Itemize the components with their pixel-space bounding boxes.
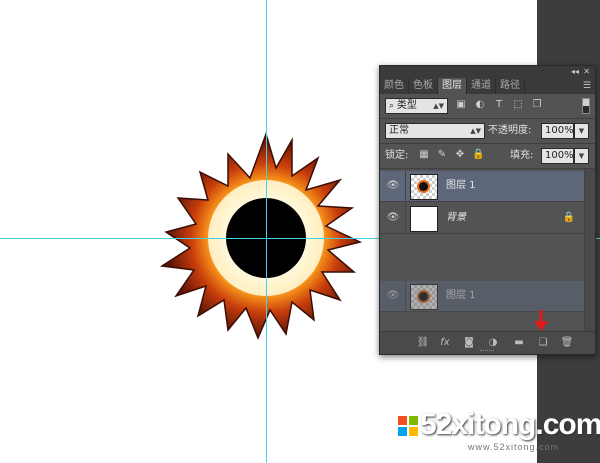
lock-image-pixels-icon[interactable]: ✎ [436,149,448,161]
trash-icon[interactable]: 🗑 [560,337,574,349]
vertical-guide[interactable] [266,0,267,463]
lock-label: 锁定: [385,150,409,161]
collapse-icon[interactable]: ◂◂ [571,66,579,78]
folder-icon[interactable]: ▬ [512,337,526,349]
smart-object-filter-icon[interactable]: ❐ [531,99,543,111]
layer-row[interactable]: 👁 图层 1 [380,171,585,202]
lock-row: 锁定: ▦ ✎ ✥ 🔒 填充: 100% ▼ [380,144,595,168]
blend-mode-dropdown[interactable]: 正常 ▲▼ [385,123,485,139]
lock-transparent-pixels-icon[interactable]: ▦ [418,149,430,161]
opacity-label: 不透明度: [488,125,532,136]
divider [405,281,406,311]
blend-mode-value: 正常 [389,125,409,136]
resize-grip[interactable] [480,350,494,353]
filter-row: ⌕ 类型 ▲▼ ▣ ◐ T ⬚ ❐ [380,94,595,118]
visibility-eye-icon[interactable]: 👁 [386,180,400,192]
opacity-input[interactable]: 100% [541,123,574,139]
lock-all-icon[interactable]: 🔒 [472,149,484,161]
tab-layers[interactable]: 图层 [438,78,467,94]
red-arrow-icon [534,310,548,331]
fill-dropdown-button[interactable]: ▼ [574,148,589,164]
filter-kind-dropdown[interactable]: ⌕ 类型 ▲▼ [385,98,448,114]
mask-icon[interactable]: ◙ [462,337,476,349]
lock-position-icon[interactable]: ✥ [454,149,466,161]
layer-thumbnail [410,206,438,232]
opacity-dropdown-button[interactable]: ▼ [574,123,589,139]
panel-footer: ⛓ fx ◙ ◑ ▬ ❏ 🗑 [380,331,595,354]
layers-list: 👁 图层 1 👁 背景 🔒 👁 图层 1 [380,169,595,344]
link-icon[interactable]: ⛓ [416,337,430,349]
dropdown-arrow-icon: ▲▼ [433,102,444,110]
divider [405,171,406,201]
layer-row[interactable]: 👁 背景 🔒 [380,203,585,234]
tab-paths[interactable]: 路径 [496,78,525,94]
visibility-eye-icon: 👁 [386,290,400,301]
lock-icon: 🔒 [562,212,575,223]
dropdown-arrow-icon: ▲▼ [470,127,481,135]
tab-color[interactable]: 颜色 [380,78,409,94]
sun-thumbnail-icon [419,292,428,301]
dragged-layer-row[interactable]: 👁 图层 1 [380,281,585,312]
layer-thumbnail [410,284,438,310]
search-icon: ⌕ [389,101,397,111]
layer-name[interactable]: 背景 [446,203,466,233]
new-layer-icon[interactable]: ❏ [536,337,550,349]
adjustment-icon[interactable]: ◑ [486,337,500,349]
sun-artwork [159,131,363,340]
tab-swatches[interactable]: 色板 [409,78,438,94]
panel-titlebar[interactable]: ◂◂ ✕ [380,66,595,78]
watermark-subtext: www.52xitong.com [468,442,560,452]
layer-name[interactable]: 图层 1 [446,171,476,201]
type-filter-icon[interactable]: T [493,99,505,111]
pixel-filter-icon[interactable]: ▣ [455,99,467,111]
fx-icon[interactable]: fx [438,337,452,349]
panel-menu-icon[interactable]: ☰ [583,78,591,94]
tab-channels[interactable]: 通道 [467,78,496,94]
layers-panel: ◂◂ ✕ 颜色 色板 图层 通道 路径 ☰ ⌕ 类型 ▲▼ ▣ ◐ T ⬚ ❐ … [379,65,596,355]
filter-toggle[interactable] [582,98,590,114]
layers-scrollbar[interactable] [584,169,595,344]
panel-tabs: 颜色 色板 图层 通道 路径 ☰ [380,78,595,94]
filter-kind-label: 类型 [396,100,417,111]
shape-filter-icon[interactable]: ⬚ [512,99,524,111]
layer-thumbnail [410,174,438,200]
fill-label: 填充: [510,150,534,161]
divider [405,203,406,233]
close-icon[interactable]: ✕ [583,66,590,78]
adjustment-filter-icon[interactable]: ◐ [474,99,486,111]
visibility-eye-icon[interactable]: 👁 [386,212,400,224]
sun-thumbnail-icon [419,182,428,191]
layer-name: 图层 1 [446,290,476,301]
fill-input[interactable]: 100% [541,148,574,164]
watermark-text: 52xitong.com [420,408,600,441]
blend-row: 正常 ▲▼ 不透明度: 100% ▼ [380,119,595,143]
windows-logo-icon [398,416,418,436]
